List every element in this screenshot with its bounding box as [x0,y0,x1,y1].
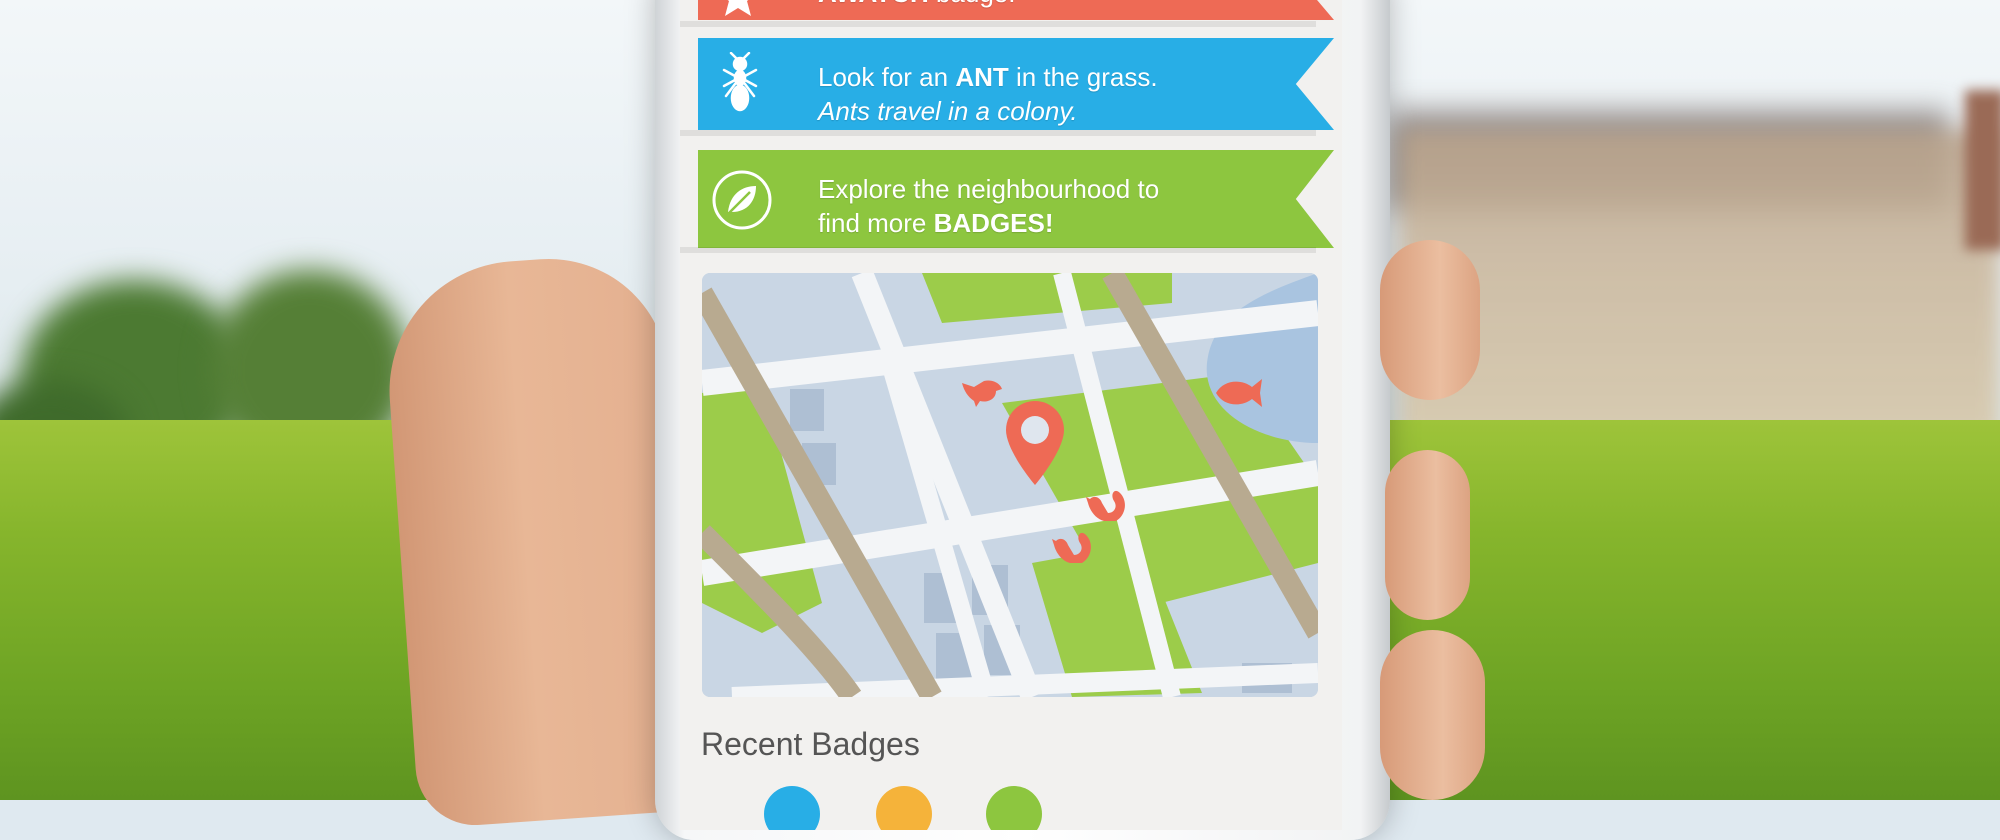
bird-icon [962,380,1002,407]
finger [1385,450,1470,620]
location-pin-icon[interactable] [1004,399,1066,487]
explore-keyword: BADGES! [933,208,1054,238]
finger [1380,240,1480,400]
hint-line1-suffix: in the grass. [1008,62,1158,92]
star-icon [725,0,751,16]
neighbourhood-map[interactable] [702,273,1318,697]
leaf-icon [712,170,772,230]
badge-suffix: badge! [929,0,1016,8]
banner-divider [680,21,1316,27]
banner-divider [680,247,1316,253]
ant-hint-banner[interactable]: Look for an ANT in the grass. Ants trave… [698,38,1334,130]
recent-badge[interactable] [986,786,1042,830]
badge-earned-banner[interactable]: AWATCH badge! [698,0,1334,20]
explore-banner[interactable]: Explore the neighbourhood to find more B… [698,150,1334,248]
banner-divider [680,130,1316,136]
squirrel-icon [1052,532,1091,563]
recent-badge[interactable] [764,786,820,830]
badge-name: AWATCH [818,0,929,8]
badge-earned-text: AWATCH badge! [818,0,1015,10]
hint-line2: Ants travel in a colony. [818,96,1078,126]
thumb [380,250,700,830]
finger [1380,630,1485,800]
explore-text: Explore the neighbourhood to find more B… [818,172,1159,240]
recent-badges-title: Recent Badges [701,726,920,762]
hint-keyword: ANT [955,62,1009,92]
squirrel-icon [1086,490,1125,521]
recent-badge[interactable] [876,786,932,830]
app-screen: AWATCH badge! Look for an ANT in the gra… [680,0,1342,830]
explore-line1: Explore the neighbourhood to [818,174,1160,204]
ant-icon [722,52,758,112]
ant-hint-text: Look for an ANT in the grass. Ants trave… [818,60,1158,128]
fish-icon [1216,379,1262,407]
hint-line1-prefix: Look for an [818,62,956,92]
chimney [1965,90,2000,250]
house [1400,130,2000,440]
explore-line2-prefix: find more [818,208,934,238]
